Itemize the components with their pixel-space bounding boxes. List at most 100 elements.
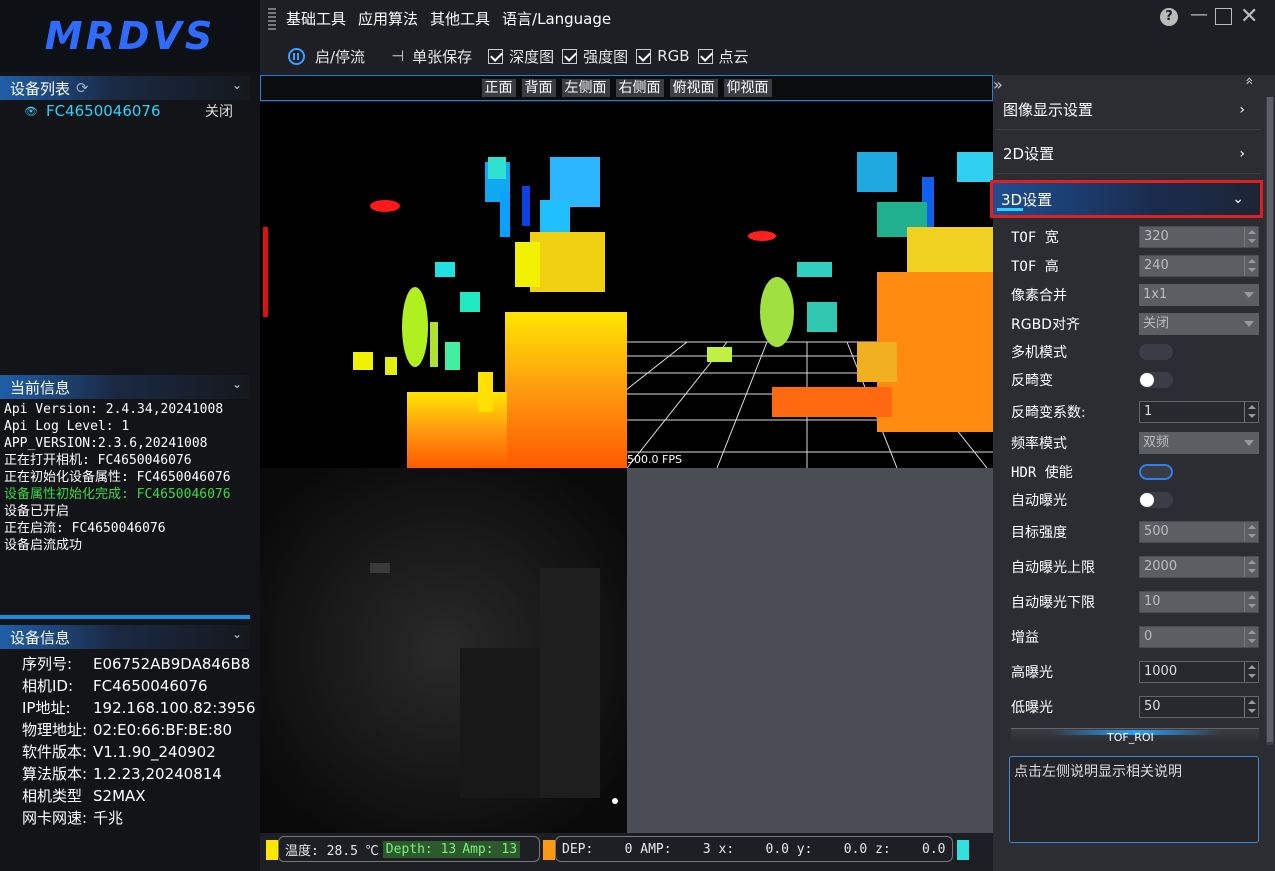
single-save-button[interactable]: ⊣ 单张保存: [391, 46, 472, 67]
log-line: 设备已开启: [4, 504, 70, 519]
freq-label: 频率模式: [1011, 436, 1067, 452]
current-info-header[interactable]: 当前信息 ⌄: [0, 375, 250, 399]
maximize-icon[interactable]: [1215, 8, 1232, 25]
spin-arrows-icon[interactable]: [1244, 522, 1258, 542]
multi-mode-row: 多机模式: [1011, 340, 1261, 364]
view-top-button[interactable]: 俯视面: [669, 79, 718, 97]
rgb-checkbox[interactable]: RGB: [636, 47, 690, 65]
start-stop-button[interactable]: 启/停流: [288, 46, 365, 67]
depth-checkbox[interactable]: 深度图: [488, 46, 554, 67]
binning-select[interactable]: 1x1: [1139, 284, 1259, 306]
collapse-up-icon[interactable]: »: [1241, 77, 1257, 86]
pointcloud-checkbox[interactable]: 点云: [697, 46, 749, 67]
image-display-settings[interactable]: 图像显示设置 ›: [995, 90, 1261, 130]
device-list-item[interactable]: 👁 FC4650046076 关闭: [24, 102, 240, 120]
hdr-row: HDR 使能: [1011, 460, 1261, 484]
device-info-title: 设备信息: [10, 628, 71, 647]
status-bar: 温度: 28.5 ℃ Depth: 13 Amp: 13 DEP: 0 AMP:…: [260, 836, 993, 871]
ae-upper-input[interactable]: 2000: [1139, 556, 1259, 578]
device-info-key: IP地址:: [22, 699, 71, 717]
minimize-icon[interactable]: —: [1190, 4, 1208, 25]
panel-scrollbar[interactable]: [1266, 97, 1274, 745]
rgbd-select[interactable]: 关闭: [1139, 313, 1259, 335]
device-info-list: 序列号: E06752AB9DA846B8 相机ID: FC4650046076 IP地…: [22, 653, 258, 829]
device-list-header[interactable]: 设备列表 ⟳ ⌄: [0, 76, 250, 100]
fps-label: 500.0 FPS: [627, 453, 682, 466]
log-line: 正在打开相机: FC4650046076: [4, 453, 192, 468]
depth-image[interactable]: [260, 102, 627, 468]
target-intensity-value: 500: [1144, 524, 1169, 539]
gain-label: 增益: [1011, 630, 1039, 646]
intensity-checkbox[interactable]: 强度图: [562, 46, 628, 67]
undistort-coef-input[interactable]: 1: [1139, 401, 1259, 423]
tof-width-input[interactable]: 320: [1139, 226, 1259, 248]
spin-arrows-icon[interactable]: [1244, 227, 1258, 247]
view-right-button[interactable]: 右侧面: [615, 79, 664, 97]
menu-other-tools[interactable]: 其他工具: [430, 8, 490, 29]
settings-3d[interactable]: 3D设置 ⌄: [990, 180, 1263, 218]
gain-input[interactable]: 0: [1139, 626, 1259, 648]
chevron-down-icon[interactable]: ⌄: [232, 78, 242, 92]
checkbox-checked-icon: [697, 48, 713, 64]
eye-icon: 👁: [24, 104, 38, 118]
target-intensity-input[interactable]: 500: [1139, 521, 1259, 543]
high-exposure-label: 高曝光: [1011, 665, 1053, 681]
high-exposure-value: 1000: [1144, 664, 1178, 679]
view-front-button[interactable]: 正面: [481, 79, 516, 97]
grip-handle[interactable]: [268, 6, 276, 30]
chevron-down-icon[interactable]: ⌄: [232, 377, 242, 391]
spin-arrows-icon[interactable]: [1244, 256, 1258, 276]
spin-arrows-icon[interactable]: [1244, 627, 1258, 647]
tof-height-value: 240: [1144, 258, 1169, 273]
rgbd-label: RGBD对齐: [1011, 317, 1080, 333]
spin-arrows-icon[interactable]: [1244, 697, 1258, 717]
device-info-header[interactable]: 设备信息 ⌄: [0, 625, 250, 649]
multi-mode-toggle[interactable]: [1139, 344, 1173, 360]
spin-arrows-icon[interactable]: [1244, 662, 1258, 682]
device-info-row: 算法版本: 1.2.23,20240814: [22, 763, 258, 785]
readout-text: DEP: 0 AMP: 3 x: 0.0 y: 0.0 z: 0.0: [562, 841, 946, 857]
scrollbar-thumb[interactable]: [1267, 97, 1273, 742]
close-icon[interactable]: ✕: [1240, 4, 1258, 29]
device-state: 关闭: [205, 104, 233, 120]
refresh-icon[interactable]: ⟳: [76, 79, 89, 97]
depth-map: [263, 157, 627, 468]
hdr-toggle[interactable]: [1139, 464, 1173, 480]
chevron-down-icon[interactable]: ⌄: [232, 627, 242, 641]
menu-language[interactable]: 语言/Language: [502, 8, 611, 29]
tof-height-input[interactable]: 240: [1139, 255, 1259, 277]
auto-exposure-label: 自动曝光: [1011, 493, 1067, 509]
settings-3d-label: 3D设置: [1001, 190, 1053, 209]
menu-app-algorithms[interactable]: 应用算法: [358, 8, 418, 29]
spin-arrows-icon[interactable]: [1244, 557, 1258, 577]
view-back-button[interactable]: 背面: [521, 79, 556, 97]
ae-lower-input[interactable]: 10: [1139, 591, 1259, 613]
view-bottom-button[interactable]: 仰视面: [723, 79, 772, 97]
point-cloud: [627, 152, 993, 468]
view-bar: 正面 背面 左侧面 右侧面 俯视面 仰视面: [260, 75, 993, 101]
device-list-title: 设备列表: [10, 79, 71, 98]
target-intensity-row: 目标强度 500: [1011, 520, 1261, 544]
undistort-toggle[interactable]: [1139, 372, 1173, 388]
color-swatch: [543, 840, 555, 860]
tof-roi-section[interactable]: TOF_ROI: [1011, 728, 1259, 744]
high-exposure-input[interactable]: 1000: [1139, 661, 1259, 683]
menu-bar: 基础工具 应用算法 其他工具 语言/Language: [260, 0, 1275, 36]
intensity-image[interactable]: [260, 468, 627, 833]
device-info-value: 千兆: [93, 809, 124, 827]
help-icon[interactable]: ?: [1160, 8, 1178, 26]
device-info-row: 软件版本: V1.1.90_240902: [22, 741, 258, 763]
freq-select[interactable]: 双频: [1139, 432, 1259, 454]
view-left-button[interactable]: 左侧面: [561, 79, 610, 97]
settings-2d[interactable]: 2D设置 ›: [995, 134, 1261, 174]
amp-value: Amp: 13: [459, 840, 521, 858]
low-exposure-row: 低曝光 50: [1011, 695, 1261, 719]
auto-exposure-toggle[interactable]: [1139, 492, 1173, 508]
low-exposure-input[interactable]: 50: [1139, 696, 1259, 718]
spin-arrows-icon[interactable]: [1244, 402, 1258, 422]
device-info-row: 网卡网速: 千兆: [22, 807, 258, 829]
ae-upper-row: 自动曝光上限 2000: [1011, 555, 1261, 579]
menu-basic-tools[interactable]: 基础工具: [286, 8, 346, 29]
point-cloud-view[interactable]: [627, 102, 993, 468]
spin-arrows-icon[interactable]: [1244, 592, 1258, 612]
